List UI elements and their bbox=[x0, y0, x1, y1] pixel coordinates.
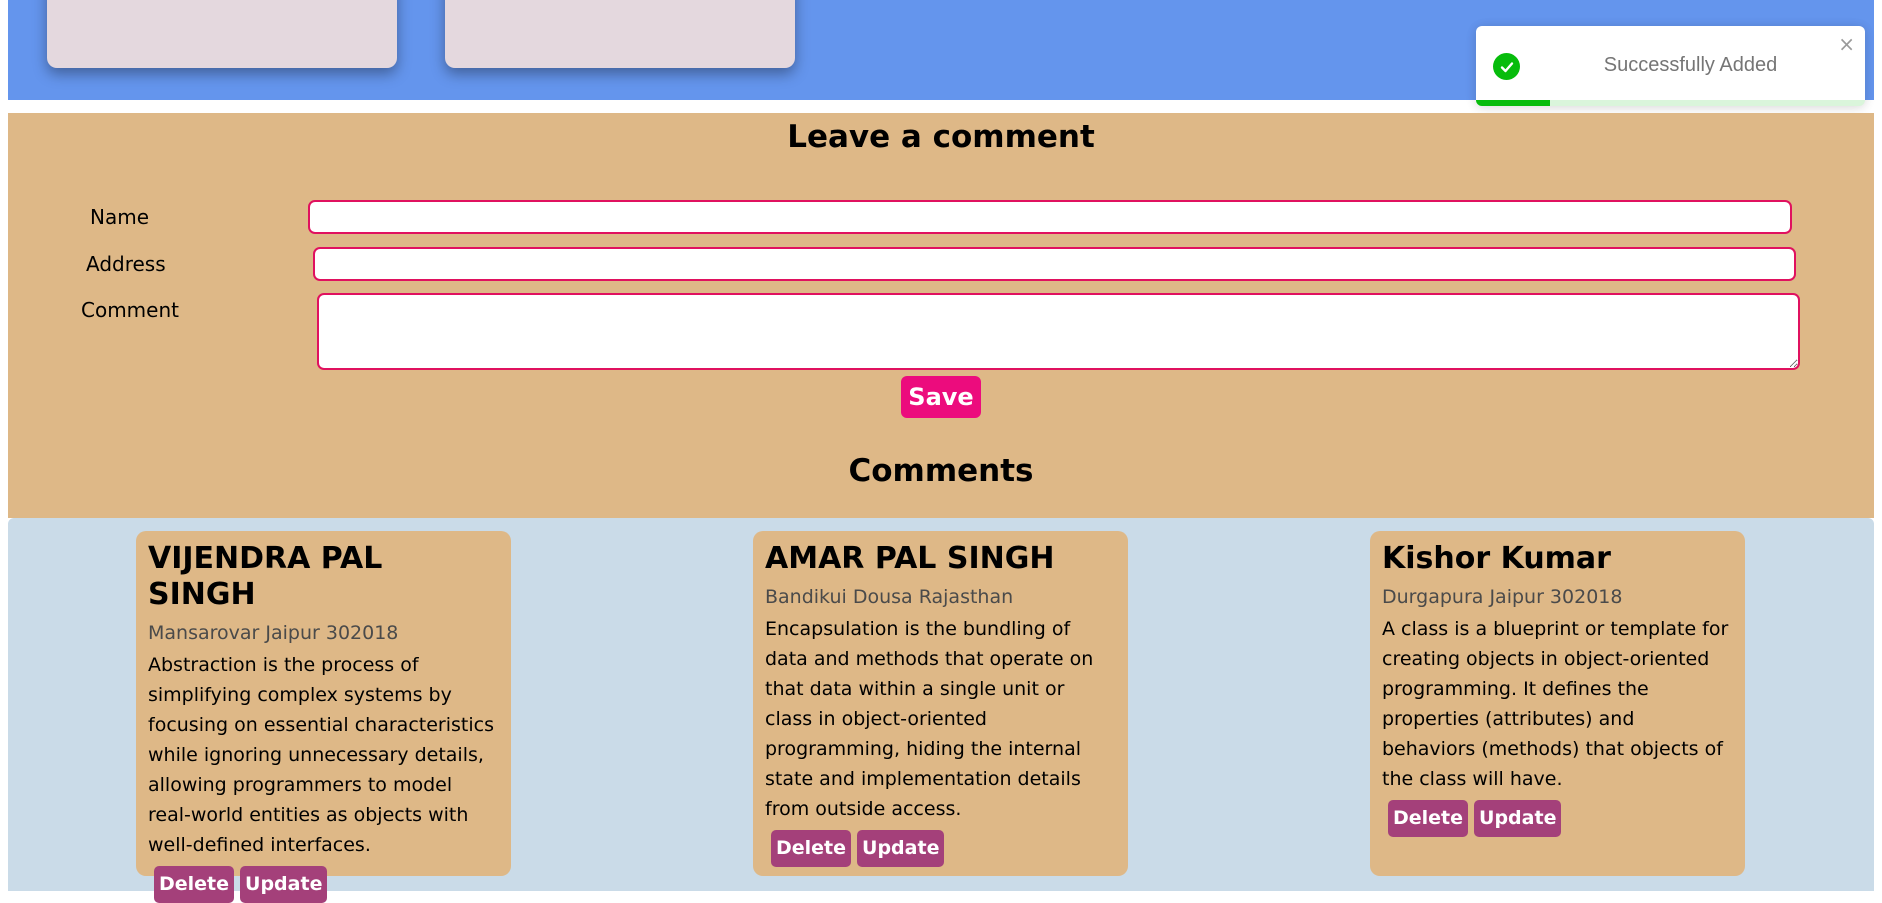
comment-author: AMAR PAL SINGH bbox=[765, 541, 1055, 576]
comment-address: Bandikui Dousa Rajasthan bbox=[765, 586, 1014, 608]
top-card-1 bbox=[47, 0, 397, 68]
form-title: Leave a comment bbox=[787, 119, 1095, 155]
success-toast: Successfully Added × bbox=[1476, 26, 1865, 106]
delete-button[interactable]: Delete bbox=[1388, 799, 1469, 837]
comment-card: Kishor Kumar Durgapura Jaipur 302018 A c… bbox=[1370, 531, 1745, 876]
name-label: Name bbox=[90, 205, 150, 229]
comment-text: A class is a blueprint or template for c… bbox=[1382, 617, 1729, 790]
comments-title: Comments bbox=[848, 453, 1034, 489]
comment-card: VIJENDRA PAL SINGH Mansarovar Jaipur 302… bbox=[136, 531, 511, 903]
delete-button[interactable]: Delete bbox=[154, 865, 235, 903]
address-label: Address bbox=[86, 252, 166, 276]
comment-actions: Delete Update bbox=[1388, 799, 1733, 837]
comment-address: Mansarovar Jaipur 302018 bbox=[148, 622, 399, 644]
comment-author: Kishor Kumar bbox=[1382, 541, 1611, 576]
comment-address: Durgapura Jaipur 302018 bbox=[1382, 586, 1623, 608]
toast-message: Successfully Added bbox=[1603, 54, 1778, 76]
comment-form: Leave a comment Name Address Comment Sav… bbox=[8, 113, 1874, 518]
update-button[interactable]: Update bbox=[857, 829, 945, 867]
close-icon[interactable]: × bbox=[1838, 34, 1855, 54]
name-input[interactable] bbox=[308, 200, 1792, 234]
toast-progress-bar bbox=[1476, 100, 1865, 106]
comment-card: AMAR PAL SINGH Bandikui Dousa Rajasthan … bbox=[753, 531, 1128, 876]
comment-text: Encapsulation is the bundling of data an… bbox=[765, 617, 1094, 820]
check-circle-icon bbox=[1493, 53, 1520, 80]
toast-progress-fill bbox=[1476, 100, 1550, 106]
delete-button[interactable]: Delete bbox=[771, 829, 852, 867]
comments-list: VIJENDRA PAL SINGH Mansarovar Jaipur 302… bbox=[8, 518, 1874, 903]
address-input[interactable] bbox=[313, 247, 1796, 281]
update-button[interactable]: Update bbox=[240, 865, 328, 903]
comment-actions: Delete Update bbox=[771, 829, 1116, 867]
comment-label: Comment bbox=[81, 298, 179, 322]
update-button[interactable]: Update bbox=[1474, 799, 1562, 837]
comment-author: VIJENDRA PAL SINGH bbox=[148, 541, 383, 612]
comment-textarea[interactable] bbox=[317, 293, 1800, 370]
comment-actions: Delete Update bbox=[154, 865, 499, 903]
comment-text: Abstraction is the process of simplifyin… bbox=[148, 653, 494, 856]
top-card-2 bbox=[445, 0, 795, 68]
save-button[interactable]: Save bbox=[901, 376, 981, 418]
